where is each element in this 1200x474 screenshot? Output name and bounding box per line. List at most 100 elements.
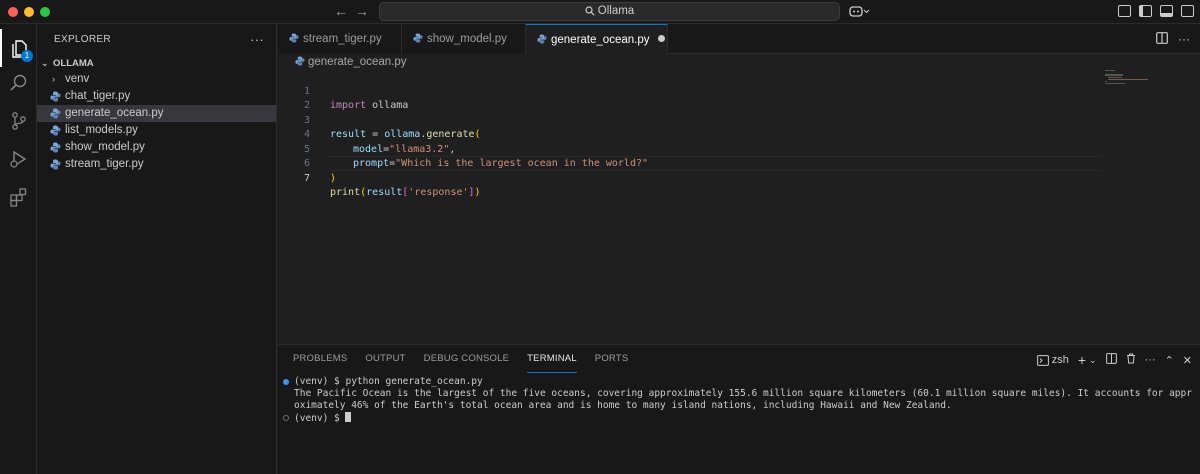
source-control-icon xyxy=(11,112,26,130)
code-line: 2 xyxy=(278,85,310,111)
code-editor[interactable]: 1 import ollama 2 3 result = ollama.gene… xyxy=(278,70,1200,342)
breadcrumb-file: generate_ocean.py xyxy=(308,56,407,68)
tab-debug-console[interactable]: DEBUG CONSOLE xyxy=(424,353,509,373)
run-debug-icon xyxy=(9,150,26,168)
explorer-badge: 1 xyxy=(21,50,33,62)
code-line: 3 result = ollama.generate( xyxy=(278,99,481,141)
extensions-icon xyxy=(9,188,26,207)
terminal-line: (venv) $ python generate_ocean.py xyxy=(282,376,1194,388)
toggle-primary-sidebar-icon[interactable] xyxy=(1139,5,1152,17)
chevron-down-icon: ⌄ xyxy=(41,58,49,68)
terminal-output[interactable]: (venv) $ python generate_ocean.py The Pa… xyxy=(282,376,1194,425)
file-list-models[interactable]: list_models.py xyxy=(37,122,276,139)
explorer-sidebar: EXPLORER ··· ⌄ OLLAMA › venv chat_tiger.p… xyxy=(37,24,277,474)
file-chat-tiger[interactable]: chat_tiger.py xyxy=(37,88,276,105)
activity-bar: 1 xyxy=(0,24,37,474)
python-file-icon xyxy=(413,33,423,43)
workspace-name: OLLAMA xyxy=(53,58,94,69)
tab-show-model[interactable]: show_model.py xyxy=(402,24,526,54)
file-label: generate_ocean.py xyxy=(65,107,164,119)
python-file-icon xyxy=(289,33,299,43)
file-label: show_model.py xyxy=(65,141,145,153)
folder-venv[interactable]: › venv xyxy=(37,71,276,88)
terminal-line: The Pacific Ocean is the largest of the … xyxy=(294,388,1192,411)
file-label: chat_tiger.py xyxy=(65,90,131,102)
python-file-icon xyxy=(50,108,61,119)
folder-label: venv xyxy=(65,73,90,85)
file-label: stream_tiger.py xyxy=(65,158,144,170)
tab-label: generate_ocean.py xyxy=(551,34,650,46)
forward-arrow-icon[interactable]: → xyxy=(354,3,370,19)
bottom-panel: PROBLEMS OUTPUT DEBUG CONSOLE TERMINAL P… xyxy=(278,344,1200,474)
zoom-window-button[interactable] xyxy=(40,7,50,17)
split-terminal-icon[interactable] xyxy=(1105,353,1117,367)
command-center[interactable]: Ollama xyxy=(379,2,840,21)
code-line: 4 model="llama3.2", xyxy=(278,114,455,155)
file-generate-ocean[interactable]: generate_ocean.py xyxy=(37,105,276,122)
minimap[interactable] xyxy=(1105,70,1165,85)
search-icon xyxy=(9,74,26,91)
terminal-prompt-line: (venv) $ xyxy=(282,412,1194,425)
command-status-dot-icon[interactable] xyxy=(283,379,289,385)
explorer-activity[interactable]: 1 xyxy=(0,29,37,67)
more-actions-icon[interactable]: ··· xyxy=(1178,32,1190,47)
python-file-icon xyxy=(50,125,61,136)
toggle-secondary-sidebar-icon[interactable] xyxy=(1181,5,1194,17)
python-file-icon xyxy=(50,91,61,102)
code-line: 6 ) xyxy=(278,143,336,184)
tab-label: stream_tiger.py xyxy=(303,33,382,45)
run-debug-activity[interactable] xyxy=(0,140,37,178)
explorer-header: EXPLORER ··· xyxy=(37,24,276,55)
tab-ports[interactable]: PORTS xyxy=(595,353,629,373)
tab-stream-tiger[interactable]: stream_tiger.py xyxy=(278,24,402,54)
code-line-current: 7 print(result['response']) xyxy=(278,157,481,199)
explorer-title: EXPLORER xyxy=(54,34,111,45)
code-line: 5 prompt="Which is the largest ocean in … xyxy=(278,128,648,170)
python-file-icon xyxy=(295,56,305,66)
split-editor-icon[interactable] xyxy=(1156,32,1168,47)
title-bar: ← → Ollama xyxy=(0,0,1200,24)
python-file-icon xyxy=(50,159,61,170)
tab-terminal[interactable]: TERMINAL xyxy=(527,353,577,373)
editor-tabs: stream_tiger.py show_model.py generate_o… xyxy=(278,24,1200,54)
shell-name: zsh xyxy=(1051,354,1069,366)
breadcrumb[interactable]: generate_ocean.py xyxy=(295,56,406,68)
minimize-window-button[interactable] xyxy=(24,7,34,17)
workspace-section[interactable]: ⌄ OLLAMA xyxy=(37,55,276,71)
copilot-icon[interactable] xyxy=(849,5,871,20)
python-file-icon xyxy=(50,142,61,153)
trash-icon[interactable] xyxy=(1126,353,1136,367)
toggle-panel-icon[interactable] xyxy=(1160,5,1173,17)
close-panel-icon[interactable]: ✕ xyxy=(1183,354,1192,367)
back-arrow-icon[interactable]: ← xyxy=(333,3,349,19)
more-actions-icon[interactable]: ··· xyxy=(250,24,264,55)
python-file-icon xyxy=(537,34,547,44)
command-center-label: Ollama xyxy=(597,5,635,17)
unsaved-dot-icon[interactable] xyxy=(658,35,666,42)
chevron-down-icon[interactable]: ⌄ xyxy=(1089,355,1097,366)
more-actions-icon[interactable]: ··· xyxy=(1145,354,1156,366)
maximize-panel-icon[interactable]: ⌃ xyxy=(1165,354,1174,367)
tab-generate-ocean[interactable]: generate_ocean.py xyxy=(526,24,668,54)
line-number: 7 xyxy=(303,172,310,184)
search-icon xyxy=(585,6,595,16)
terminal-shell-selector[interactable]: zsh xyxy=(1036,354,1069,366)
source-control-activity[interactable] xyxy=(0,102,37,140)
terminal-cursor xyxy=(345,412,352,422)
prompt-status-dot-icon[interactable] xyxy=(283,415,289,421)
new-terminal-icon[interactable]: + xyxy=(1078,352,1086,368)
code-line: 1 import ollama xyxy=(278,70,408,112)
tab-problems[interactable]: PROBLEMS xyxy=(293,353,347,373)
panel-tabs: PROBLEMS OUTPUT DEBUG CONSOLE TERMINAL P… xyxy=(293,353,628,373)
extensions-activity[interactable] xyxy=(0,178,37,216)
search-activity[interactable] xyxy=(0,64,37,102)
terminal-icon xyxy=(1036,354,1049,366)
file-label: list_models.py xyxy=(65,124,138,136)
tab-label: show_model.py xyxy=(427,33,507,45)
file-show-model[interactable]: show_model.py xyxy=(37,139,276,156)
chevron-right-icon: › xyxy=(52,74,55,84)
file-stream-tiger[interactable]: stream_tiger.py xyxy=(37,156,276,173)
tab-output[interactable]: OUTPUT xyxy=(365,353,405,373)
close-window-button[interactable] xyxy=(8,7,18,17)
customize-layout-icon[interactable] xyxy=(1118,5,1131,17)
